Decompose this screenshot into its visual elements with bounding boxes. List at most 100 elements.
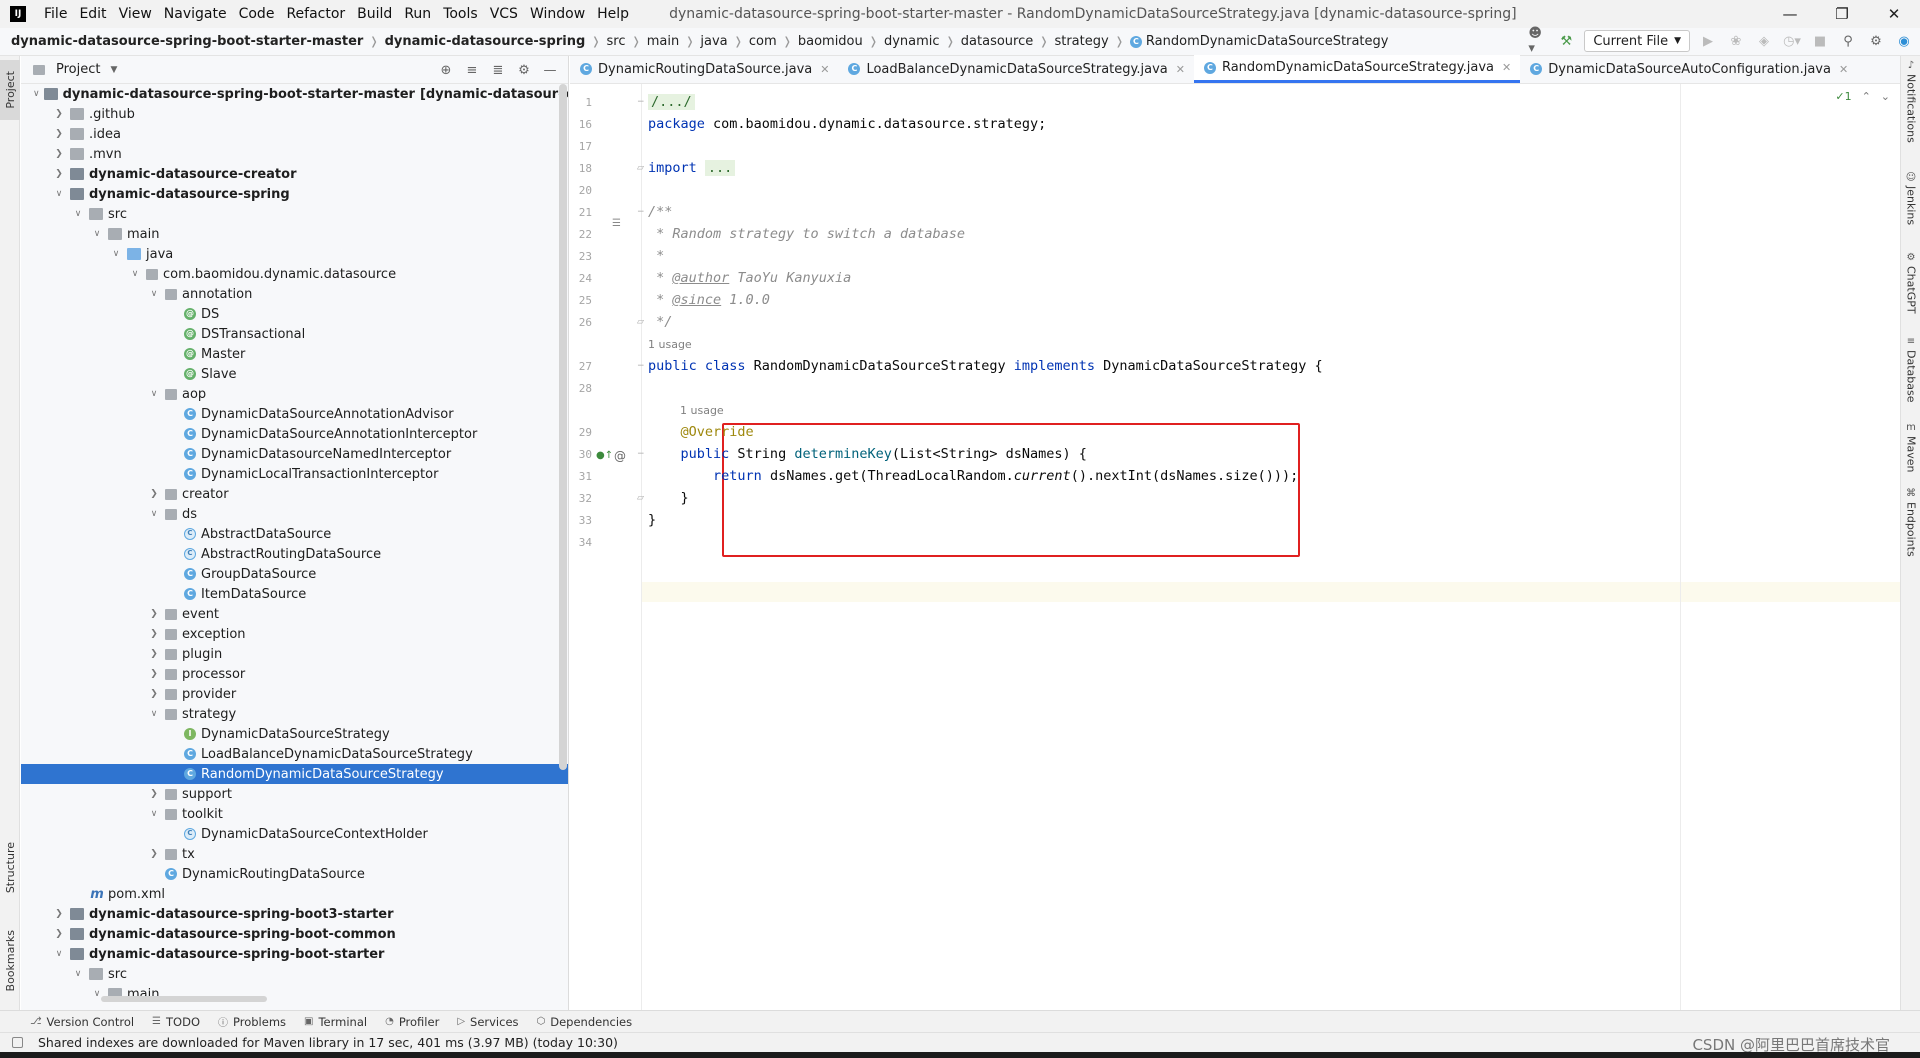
menu-help[interactable]: Help	[591, 0, 635, 28]
run-icon[interactable]: ▶	[1698, 31, 1718, 51]
tree-item[interactable]: C RandomDynamicDataSourceStrategy	[21, 764, 568, 784]
breadcrumb-item[interactable]: baomidou	[798, 34, 863, 49]
bottom-tool-problems[interactable]: ⓘ Problems	[218, 1014, 286, 1030]
tree-item[interactable]: ❯ tx	[21, 844, 568, 864]
usage-hint[interactable]: 1 usage	[680, 404, 724, 417]
code-editor[interactable]: ✓1 ⌃ ⌄ /.../ package com.baomidou.dynamic…	[642, 84, 1900, 1010]
toolbox-icon[interactable]: ◉	[1894, 31, 1914, 51]
editor-tab[interactable]: C DynamicRoutingDataSource.java ✕	[570, 55, 838, 83]
bottom-tool-profiler[interactable]: ◔ Profiler	[385, 1015, 439, 1029]
code-line[interactable]: }	[648, 512, 656, 528]
chevron-right-icon[interactable]: ❯	[147, 489, 161, 499]
code-line[interactable]: *	[648, 248, 664, 264]
bottom-tool-services[interactable]: ▷ Services	[457, 1015, 518, 1029]
tree-item[interactable]: C DynamicDataSourceContextHolder	[21, 824, 568, 844]
menu-run[interactable]: Run	[398, 0, 437, 28]
breadcrumb-item[interactable]: RandomDynamicDataSourceStrategy	[1146, 34, 1389, 49]
tool-tab-chatgpt[interactable]: ⚙ ChatGPT	[1901, 252, 1920, 314]
code-line[interactable]: }	[648, 490, 689, 506]
chevron-right-icon[interactable]: ❯	[147, 669, 161, 679]
tool-tab-jenkins[interactable]: ☺ Jenkins	[1901, 172, 1920, 225]
chevron-right-icon[interactable]: ❯	[52, 149, 66, 159]
chevron-down-icon[interactable]: ∨	[52, 189, 66, 199]
tree-item[interactable]: ∨ src	[21, 204, 568, 224]
tree-item[interactable]: ❯ exception	[21, 624, 568, 644]
tree-item[interactable]: ∨ src	[21, 964, 568, 984]
chevron-right-icon[interactable]: ❯	[52, 109, 66, 119]
tree-item[interactable]: ∨ annotation	[21, 284, 568, 304]
profile-icon[interactable]: ◷▾	[1782, 31, 1802, 51]
bottom-tool-terminal[interactable]: ▣ Terminal	[304, 1015, 367, 1029]
status-message[interactable]: Shared indexes are downloaded for Maven …	[38, 1035, 618, 1050]
breadcrumb-item[interactable]: com	[749, 34, 777, 49]
user-icon[interactable]: ☻▾	[1528, 26, 1548, 56]
status-toggle-icon[interactable]	[12, 1037, 23, 1048]
editor-tab[interactable]: C DynamicDataSourceAutoConfiguration.java…	[1520, 55, 1857, 83]
chevron-down-icon[interactable]: ∨	[147, 289, 161, 299]
tree-item[interactable]: ∨ dynamic-datasource-spring-boot-starter-…	[21, 84, 568, 104]
code-line[interactable]: */	[648, 314, 672, 330]
code-line[interactable]: * Random strategy to switch a database	[648, 226, 965, 242]
tool-tab-project[interactable]: Project	[0, 60, 20, 120]
menu-navigate[interactable]: Navigate	[158, 0, 233, 28]
debug-icon[interactable]: ❀	[1726, 31, 1746, 51]
implements-method-icon[interactable]: ●↑	[596, 450, 613, 461]
chevron-down-icon[interactable]: ∨	[128, 269, 142, 279]
collapse-all-icon[interactable]: ≣	[488, 60, 508, 80]
chevron-down-icon[interactable]: ∨	[147, 509, 161, 519]
tree-item[interactable]: C DynamicRoutingDataSource	[21, 864, 568, 884]
bottom-tool-todo[interactable]: ☰ TODO	[152, 1015, 200, 1029]
tree-item[interactable]: ∨ toolkit	[21, 804, 568, 824]
code-line[interactable]: @Override	[648, 424, 754, 440]
chevron-down-icon[interactable]: ∨	[71, 969, 85, 979]
reader-mode-icon[interactable]: ☰	[612, 218, 621, 229]
tree-item[interactable]: ❯ dynamic-datasource-spring-boot-common	[21, 924, 568, 944]
tree-item[interactable]: C ItemDataSource	[21, 584, 568, 604]
tree-item[interactable]: ❯ .github	[21, 104, 568, 124]
tree-item[interactable]: ∨ dynamic-datasource-spring-boot-starter	[21, 944, 568, 964]
tree-item[interactable]: ❯ plugin	[21, 644, 568, 664]
tree-item[interactable]: I DynamicDataSourceStrategy	[21, 724, 568, 744]
chevron-right-icon[interactable]: ❯	[52, 929, 66, 939]
code-line[interactable]: return dsNames.get(ThreadLocalRandom.cur…	[648, 468, 1298, 484]
menu-code[interactable]: Code	[233, 0, 281, 28]
chevron-down-icon[interactable]: ∨	[147, 709, 161, 719]
search-icon[interactable]: ⚲	[1838, 31, 1858, 51]
menu-view[interactable]: View	[113, 0, 158, 28]
close-tab-icon[interactable]: ✕	[1176, 63, 1185, 76]
tree-item[interactable]: ❯ .idea	[21, 124, 568, 144]
chevron-right-icon[interactable]: ❯	[147, 629, 161, 639]
tree-item[interactable]: ∨ java	[21, 244, 568, 264]
tool-tab-structure[interactable]: Structure	[0, 828, 20, 908]
close-tab-icon[interactable]: ✕	[820, 63, 829, 76]
tool-tab-bookmarks[interactable]: Bookmarks	[0, 918, 20, 1004]
editor-gutter[interactable]: 1−16 17 18 ▱ 20 21−22 23 24 25 26 ▱ 27−28 29 30−31 32 ▱…	[570, 84, 645, 1010]
annotation-at-icon[interactable]: @	[614, 449, 626, 463]
project-view-title[interactable]: Project	[56, 62, 100, 77]
close-icon[interactable]: ✕	[1868, 0, 1920, 28]
breadcrumb-item[interactable]: main	[647, 34, 679, 49]
tree-item[interactable]: C LoadBalanceDynamicDataSourceStrategy	[21, 744, 568, 764]
options-gear-icon[interactable]: ⚙	[514, 60, 534, 80]
menu-refactor[interactable]: Refactor	[280, 0, 351, 28]
code-line[interactable]: import ...	[648, 160, 736, 176]
tool-tab-database[interactable]: ≡ Database	[1901, 336, 1920, 403]
bottom-tool-dependencies[interactable]: ⬡ Dependencies	[537, 1015, 633, 1029]
tree-item[interactable]: C DynamicDataSourceAnnotationInterceptor	[21, 424, 568, 444]
tree-item[interactable]: C DynamicDataSourceAnnotationAdvisor	[21, 404, 568, 424]
code-line[interactable]: * @author TaoYu Kanyuxia	[648, 270, 851, 286]
chevron-right-icon[interactable]: ❯	[147, 649, 161, 659]
code-line[interactable]: package com.baomidou.dynamic.datasource.…	[648, 116, 1046, 132]
restore-icon[interactable]: ❐	[1816, 0, 1868, 28]
tool-tab-endpoints[interactable]: ⌘ Endpoints	[1901, 488, 1920, 557]
editor-tab[interactable]: C LoadBalanceDynamicDataSourceStrategy.ja…	[838, 55, 1194, 83]
tool-tab-maven[interactable]: m Maven	[1901, 422, 1920, 472]
tree-vertical-scrollbar[interactable]	[559, 84, 567, 770]
minimize-icon[interactable]: —	[1764, 0, 1816, 28]
breadcrumb-item[interactable]: datasource	[961, 34, 1033, 49]
tree-item[interactable]: @ DS	[21, 304, 568, 324]
tree-item[interactable]: ∨ ds	[21, 504, 568, 524]
breadcrumb-item[interactable]: java	[700, 34, 727, 49]
chevron-down-icon[interactable]: ∨	[147, 389, 161, 399]
chevron-down-icon[interactable]: ∨	[90, 229, 104, 239]
